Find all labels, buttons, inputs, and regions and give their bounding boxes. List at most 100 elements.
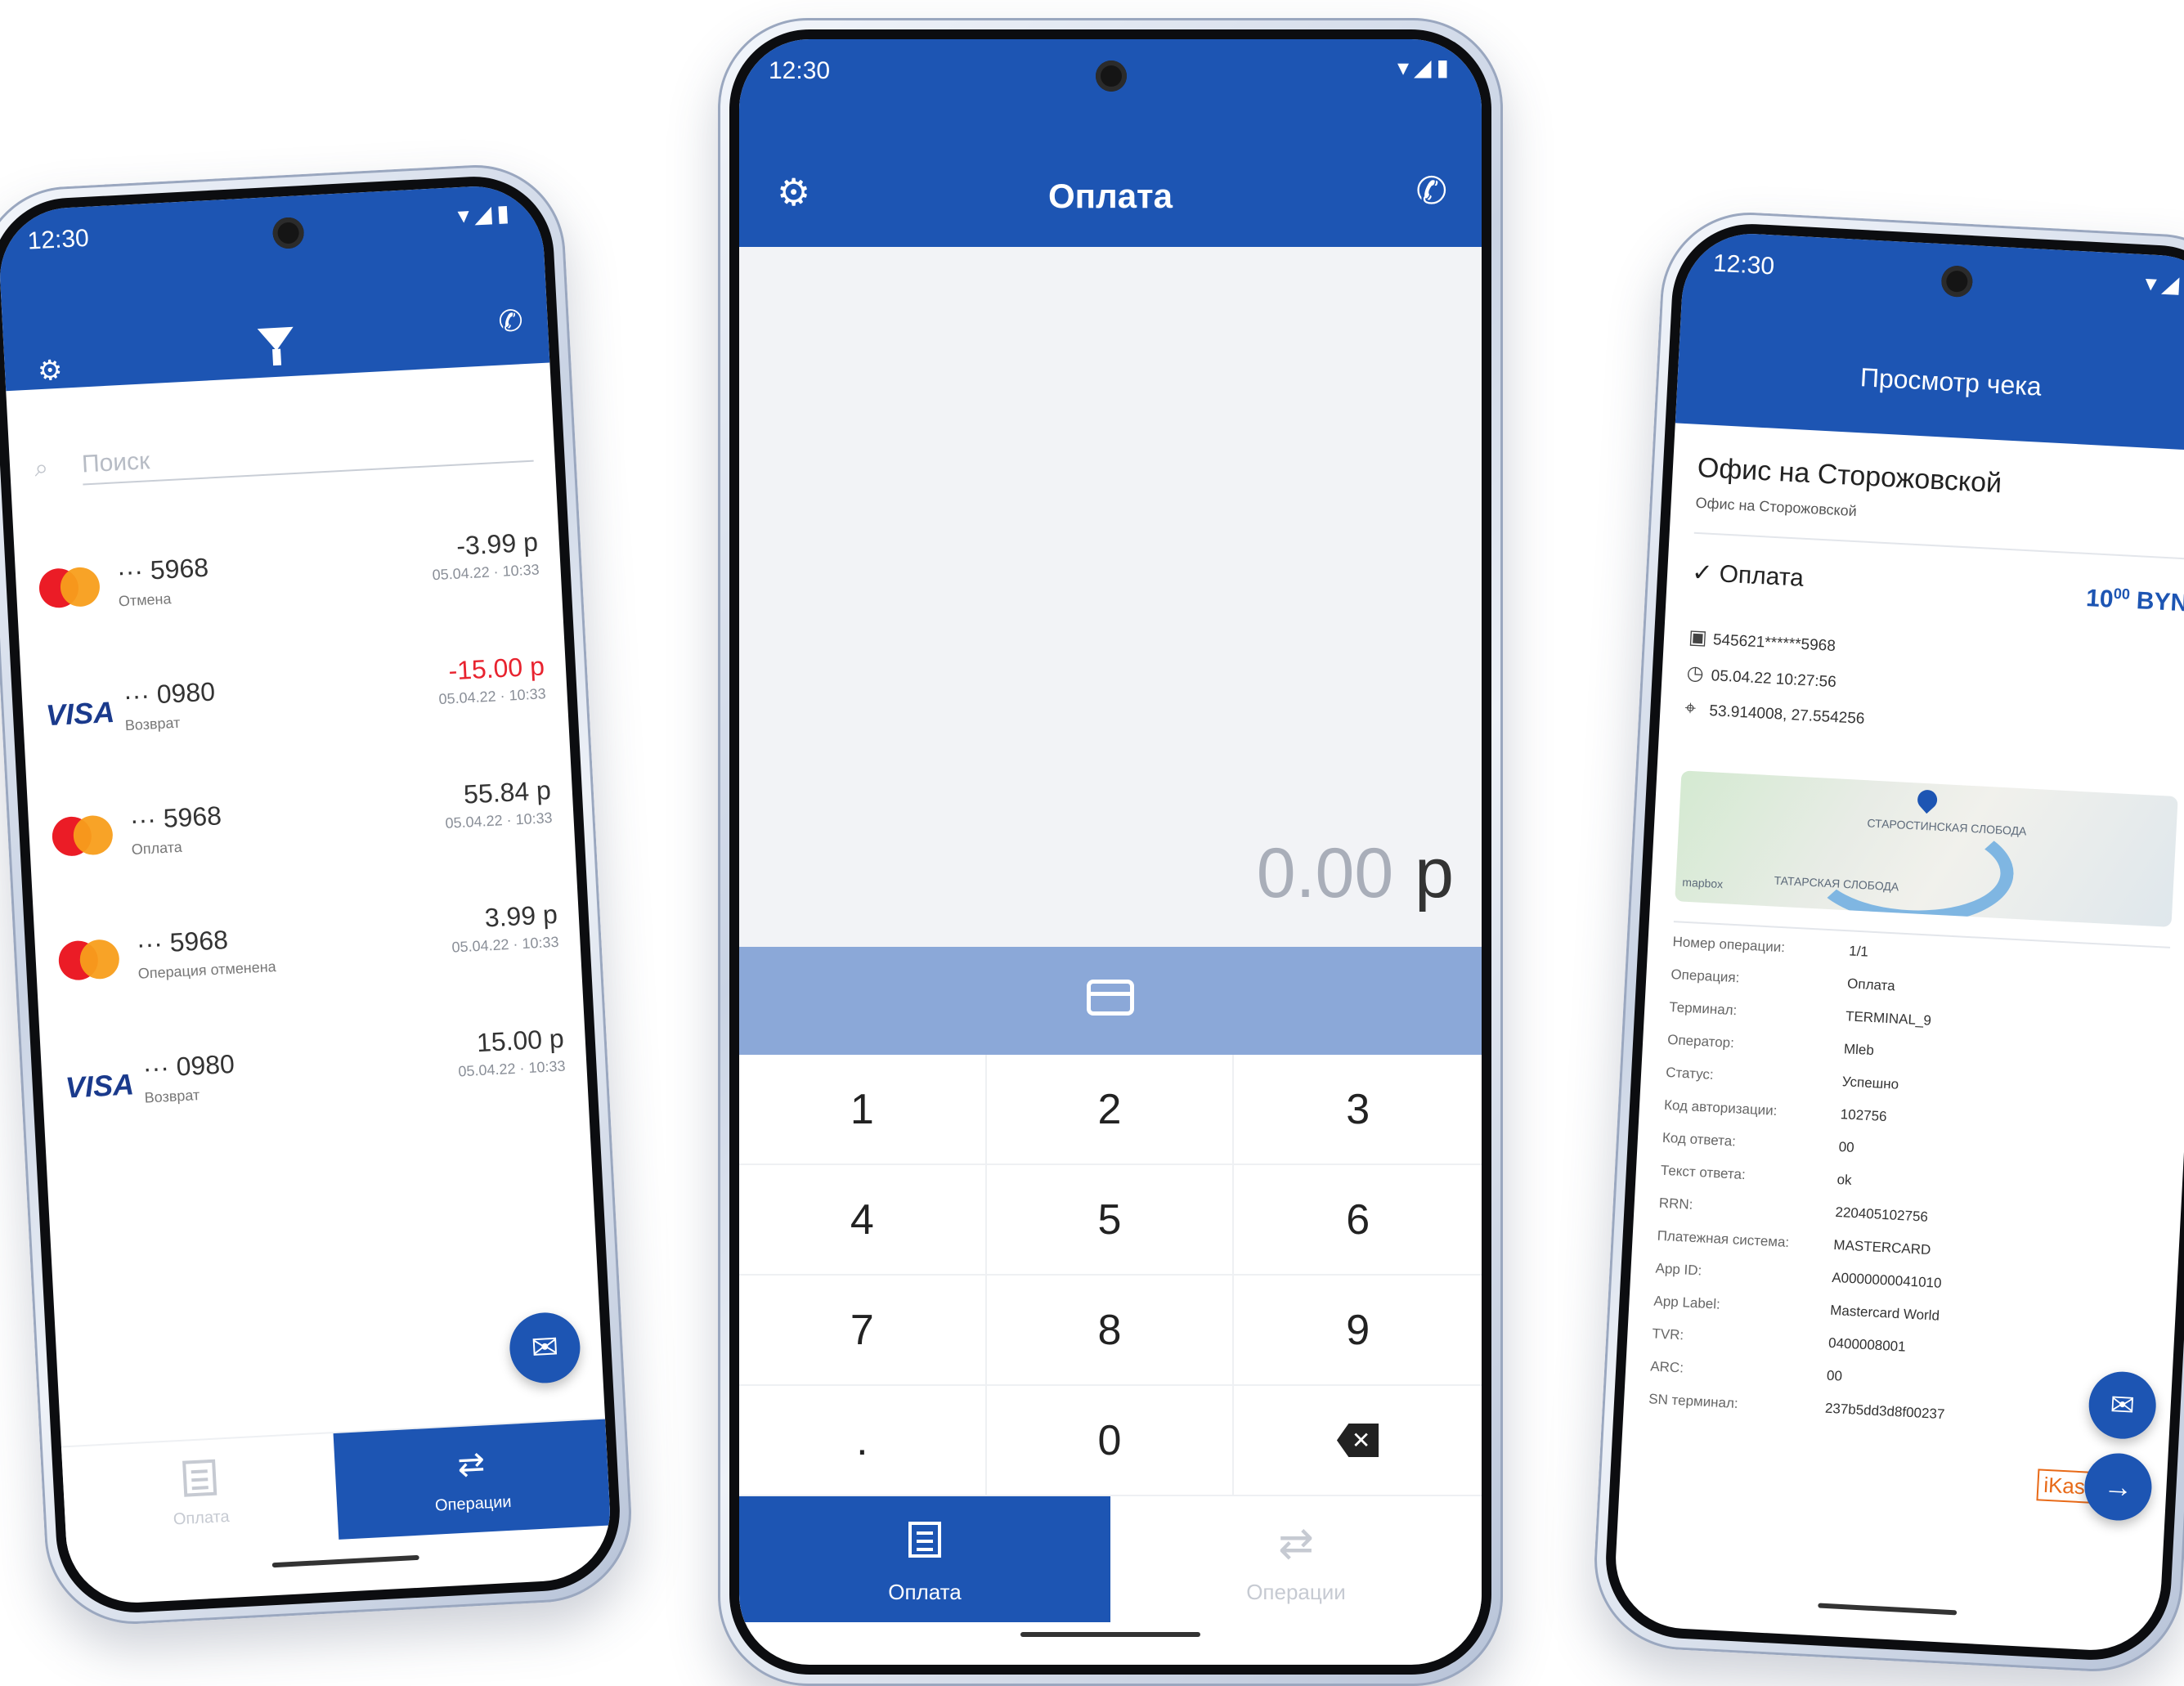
detail-value: 00 xyxy=(1826,1367,1843,1384)
receipt-details: Номер операции: 1/1 Операция: Оплата Термина… xyxy=(1648,934,2169,1422)
transaction-amount: -3.99 р xyxy=(455,527,539,561)
search-input[interactable]: Поиск xyxy=(80,420,534,486)
status-icons: ▾◢▮ xyxy=(456,200,515,229)
card-pan-line: ▣ 545621******5968 xyxy=(1688,626,1836,657)
clock-icon: ◷ xyxy=(1686,661,1705,685)
amount-currency: BYN xyxy=(2135,587,2184,617)
visa-logo: VISA xyxy=(45,694,116,733)
detail-value: ok xyxy=(1836,1172,1853,1188)
status-icons: ▾◢▮ xyxy=(1397,55,1454,80)
detail-key: Статус: xyxy=(1665,1064,1715,1083)
location-map[interactable]: СТАРОСТИНСКАЯ СЛОБОДА ТАТАРСКАЯ СЛОБОДА … xyxy=(1675,770,2178,927)
status-time: 12:30 xyxy=(1712,249,1775,280)
credit-card-icon xyxy=(1087,980,1134,1016)
filter-icon[interactable] xyxy=(257,326,295,352)
search-bar[interactable]: ⌕ Поиск xyxy=(34,420,534,496)
key-7[interactable]: 7 xyxy=(739,1276,987,1386)
home-indicator[interactable] xyxy=(1020,1632,1200,1637)
detail-value: Mleb xyxy=(1843,1041,1875,1059)
key-5[interactable]: 5 xyxy=(986,1165,1235,1276)
transaction-date: 05.04.22 · 10:33 xyxy=(457,1057,566,1080)
datetime: 05.04.22 10:27:56 xyxy=(1711,667,1837,692)
card-icon: ▣ xyxy=(1688,626,1708,649)
coordinates: 53.914008, 27.554256 xyxy=(1708,702,1865,728)
detail-key: Оператор: xyxy=(1666,1031,1735,1052)
card-number: ··· 0980 xyxy=(123,676,216,711)
email-fab-button[interactable]: ✉ xyxy=(508,1311,582,1385)
detail-value: Оплата xyxy=(1846,975,1896,994)
transaction-row[interactable]: VISA ··· 0980 Возврат -15.00 р 05.04.22 · 10… xyxy=(44,651,548,759)
card-brand xyxy=(51,814,119,867)
checkmark-icon: ✓ xyxy=(1691,558,1720,588)
settings-gear-icon[interactable]: ⚙ xyxy=(37,354,64,388)
phone-call-icon[interactable]: ✆ xyxy=(1415,168,1447,213)
transaction-date: 05.04.22 · 10:33 xyxy=(451,933,559,956)
detail-key: TVR: xyxy=(1651,1325,1684,1343)
phone-payment: 12:30 ▾◢▮ ⚙ Оплата ✆ 0.00 р 1 2 3 4 5 6 7 8 9. 0 ✕ xyxy=(718,18,1503,1686)
card-number: ··· 5968 xyxy=(129,800,222,836)
detail-key: Терминал: xyxy=(1668,998,1738,1019)
transaction-row[interactable]: ··· 5968 Оплата 55.84 р 05.04.22 · 10:33 xyxy=(51,775,554,883)
home-indicator[interactable] xyxy=(271,1554,419,1568)
nav-operations-label: Операции xyxy=(1246,1580,1346,1604)
key-decimal[interactable]: . xyxy=(739,1386,987,1496)
nav-operations-label: Операции xyxy=(434,1492,513,1515)
mastercard-logo xyxy=(38,566,101,609)
detail-key: App ID: xyxy=(1655,1260,1702,1279)
card-brand: VISA xyxy=(45,690,116,742)
phone-bezel: 12:30 ▾◢▮ Просмотр чека Офис на Сторожов… xyxy=(1602,220,2184,1664)
payment-screen: 12:30 ▾◢▮ ⚙ Оплата ✆ 0.00 р 1 2 3 4 5 6 7 8 9. 0 ✕ xyxy=(739,39,1482,1665)
transaction-date: 05.04.22 · 10:33 xyxy=(432,561,540,584)
page-title: Просмотр чека xyxy=(1859,362,2043,401)
app-bar: 12:30 ▾◢▮ ⚙ Оплата ✆ xyxy=(739,39,1482,247)
backspace-key[interactable]: ✕ xyxy=(1234,1386,1482,1496)
key-3[interactable]: 3 xyxy=(1234,1055,1482,1165)
key-1[interactable]: 1 xyxy=(739,1055,987,1165)
transaction-type: Операция отменена xyxy=(137,957,277,982)
status-icons: ▾◢▮ xyxy=(2144,270,2184,298)
detail-value: 1/1 xyxy=(1848,943,1869,960)
status-time: 12:30 xyxy=(769,57,831,84)
detail-value: Успешно xyxy=(1841,1074,1899,1092)
card-payment-button[interactable] xyxy=(739,947,1482,1055)
home-indicator[interactable] xyxy=(1818,1603,1958,1616)
mastercard-logo xyxy=(51,814,114,858)
nav-payment[interactable]: Оплата xyxy=(739,1496,1110,1622)
card-number: ··· 5968 xyxy=(116,552,209,587)
transaction-amount: 15.00 р xyxy=(476,1023,565,1058)
key-0[interactable]: 0 xyxy=(986,1386,1235,1496)
transaction-type: Отмена xyxy=(118,590,172,610)
visa-logo: VISA xyxy=(64,1067,135,1105)
card-brand xyxy=(57,939,126,991)
key-4[interactable]: 4 xyxy=(739,1165,987,1276)
divider xyxy=(1693,531,2184,560)
operation-label: Оплата xyxy=(1718,560,1805,592)
phone-bezel: 12:30 ▾◢▮ ⚙ ✆ ⌕ Поиск ··· 5968 Отмена -3.9… xyxy=(0,173,624,1616)
nav-payment[interactable]: Оплата xyxy=(61,1433,339,1554)
key-6[interactable]: 6 xyxy=(1234,1165,1482,1276)
card-number: ··· 5968 xyxy=(135,925,229,959)
merchant-name: Офис на Сторожовской xyxy=(1696,451,2003,500)
detail-value: TERMINAL_9 xyxy=(1845,1008,1932,1029)
detail-key: Номер операции: xyxy=(1672,934,1786,956)
key-9[interactable]: 9 xyxy=(1234,1276,1482,1386)
next-fab-button[interactable]: → xyxy=(2083,1451,2154,1522)
bottom-navigation: Оплата ⇄ Операции xyxy=(739,1496,1482,1622)
phone-call-icon[interactable]: ✆ xyxy=(497,303,523,339)
transaction-row[interactable]: ··· 5968 Отмена -3.99 р 05.04.22 · 10:33 xyxy=(38,527,541,635)
transaction-amount: 3.99 р xyxy=(483,899,558,933)
nav-operations[interactable]: ⇄ Операции xyxy=(333,1419,611,1540)
phone-operations: 12:30 ▾◢▮ ⚙ ✆ ⌕ Поиск ··· 5968 Отмена -3.9… xyxy=(0,160,636,1629)
amount-value: 0.00 р xyxy=(1257,833,1454,914)
transaction-row[interactable]: VISA ··· 0980 Возврат 15.00 р 05.04.22 · 10:… xyxy=(64,1024,567,1132)
key-2[interactable]: 2 xyxy=(986,1055,1235,1165)
transaction-row[interactable]: ··· 5968 Операция отменена 3.99 р 05.04.22 … xyxy=(57,899,561,1007)
app-bar: 12:30 ▾◢▮ ⚙ ✆ xyxy=(0,182,550,392)
operations-screen: 12:30 ▾◢▮ ⚙ ✆ ⌕ Поиск ··· 5968 Отмена -3.9… xyxy=(0,182,614,1607)
operation-type: ✓ Оплата xyxy=(1691,558,1804,593)
key-8[interactable]: 8 xyxy=(986,1276,1235,1386)
search-icon: ⌕ xyxy=(34,454,49,482)
mastercard-logo xyxy=(57,939,121,981)
mapbox-logo: mapbox xyxy=(1682,875,1724,891)
nav-operations[interactable]: ⇄ Операции xyxy=(1110,1496,1482,1622)
